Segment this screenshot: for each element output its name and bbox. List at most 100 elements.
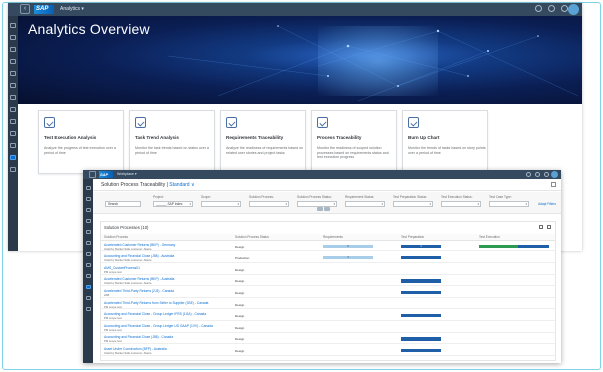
test-preparation-bar[interactable]	[401, 348, 441, 353]
analytics-icon[interactable]	[85, 307, 91, 311]
solution-process-link[interactable]: Accelerated Third-Party Returns (2J3) - …	[104, 289, 174, 293]
requirements-bar[interactable]: 5	[323, 244, 373, 248]
test-preparation-bar[interactable]	[401, 337, 441, 341]
copy-icon[interactable]	[85, 285, 91, 289]
avatar[interactable]	[551, 171, 558, 178]
document-icon[interactable]	[10, 83, 16, 88]
settings-icon[interactable]	[539, 225, 543, 229]
app-menu[interactable]: Analytics ▾	[60, 5, 84, 14]
filter-label: Test Preparation Status:	[393, 195, 428, 199]
help-icon[interactable]	[535, 172, 540, 177]
dropdown-icon[interactable]: ▾	[189, 202, 191, 206]
test-preparation-bar[interactable]	[401, 279, 441, 283]
tile-task-trend-analysis[interactable]: Task Trend Analysis Monitor the task tren…	[129, 110, 215, 174]
table-row[interactable]: Accounting and Financial Close (J58) - C…	[101, 335, 555, 345]
app-menu[interactable]: Workplace ▾	[117, 171, 137, 178]
grid-icon[interactable]	[10, 59, 16, 64]
layers-icon[interactable]	[10, 95, 16, 100]
sap-logo[interactable]: SAP	[34, 5, 54, 14]
filter-input[interactable]: ▾	[441, 201, 481, 207]
grid-icon[interactable]	[85, 219, 91, 223]
variant-selector[interactable]: Standard ∨	[169, 182, 194, 188]
test-preparation-bar[interactable]	[401, 256, 441, 260]
bookmark-icon[interactable]	[85, 263, 91, 267]
table-row[interactable]: Accounting and Financial Close - Group L…	[101, 312, 555, 321]
col-test-preparation[interactable]: Test Preparation	[401, 235, 424, 239]
table-row[interactable]: Accelerated Customer Returns (BKP) - Aus…	[101, 277, 555, 287]
requirements-bar[interactable]: 3	[323, 256, 373, 260]
avatar[interactable]	[568, 4, 579, 15]
table-row[interactable]: Accelerated Third-Party Returns (2J3) - …	[101, 288, 555, 298]
share-icon[interactable]	[551, 182, 556, 187]
tile-process-traceability[interactable]: Process Traceability Monitor the readines…	[311, 110, 397, 174]
tile-burn-up-chart[interactable]: Burn Up Chart Monitor the trends of tasks…	[402, 110, 488, 174]
alert-icon[interactable]	[10, 167, 16, 172]
col-solution-process[interactable]: Solution Process	[104, 235, 128, 239]
compass-icon[interactable]	[10, 35, 16, 40]
process-status: Design	[235, 314, 245, 319]
user-icon[interactable]	[85, 296, 91, 300]
chart-icon[interactable]	[10, 71, 16, 76]
export-icon[interactable]	[547, 225, 551, 229]
pin-icon[interactable]	[324, 207, 330, 211]
compass-icon[interactable]	[85, 197, 91, 201]
dropdown-icon[interactable]: ▾	[477, 202, 479, 206]
tile-requirements-traceability[interactable]: Requirements Traceability Analyze the rea…	[220, 110, 306, 174]
tile-test-execution-analysis[interactable]: Test Execution Analysis Analyze the progr…	[38, 110, 124, 174]
table-row[interactable]: Accelerated Customer Returns (BKP) - Ger…	[101, 242, 555, 252]
back-button[interactable]	[89, 171, 96, 178]
dropdown-icon[interactable]: ▾	[333, 202, 335, 206]
search-icon[interactable]	[526, 172, 531, 177]
filter-input[interactable]: ▾	[393, 201, 433, 207]
test-preparation-bar[interactable]	[401, 290, 441, 295]
table-row[interactable]: Asset Under Construction (BFP) - Austral…	[101, 346, 555, 356]
table-row[interactable]: AMS_CustomProcess01 PM scope test Design	[101, 265, 555, 275]
dropdown-icon[interactable]: ▾	[237, 202, 239, 206]
help-icon[interactable]	[548, 5, 555, 12]
filter-input[interactable]: ▾	[489, 201, 529, 207]
calendar-icon[interactable]	[10, 119, 16, 124]
sap-logo[interactable]: SAP	[99, 171, 113, 178]
back-button[interactable]: ‹	[20, 4, 30, 14]
test-preparation-bar[interactable]	[401, 314, 441, 318]
solution-process-subtitle: PM scope test	[104, 339, 122, 344]
home-icon[interactable]	[10, 23, 16, 28]
filter-input[interactable]: Search	[105, 201, 141, 207]
filter-input[interactable]: ▾	[249, 201, 289, 207]
filter-input[interactable]: ▾	[297, 201, 337, 207]
tile-title: Requirements Traceability	[226, 135, 284, 140]
analytics-icon[interactable]	[10, 155, 16, 160]
chart-icon[interactable]	[85, 230, 91, 234]
list-icon[interactable]	[85, 208, 91, 212]
filter-input[interactable]: ▾	[201, 201, 241, 207]
user-icon[interactable]	[10, 143, 16, 148]
collapse-icon[interactable]	[317, 207, 323, 211]
layers-icon[interactable]	[85, 252, 91, 256]
test-preparation-bar[interactable]: 1	[401, 244, 441, 248]
dropdown-icon[interactable]: ▾	[525, 202, 527, 206]
notification-icon[interactable]	[544, 172, 549, 177]
process-status: Design	[235, 267, 245, 272]
filter-input[interactable]: ▾	[345, 201, 385, 207]
search-icon[interactable]	[535, 5, 542, 12]
dropdown-icon[interactable]: ▾	[381, 202, 383, 206]
col-requirements[interactable]: Requirements	[323, 235, 343, 239]
dropdown-icon[interactable]: ▾	[429, 202, 431, 206]
list-icon[interactable]	[10, 47, 16, 52]
notification-icon[interactable]	[561, 5, 568, 12]
table-row[interactable]: Accounting and Financial Close (J58) - A…	[101, 254, 555, 263]
test-execution-bar[interactable]	[479, 244, 549, 248]
calendar-icon[interactable]	[85, 274, 91, 278]
copy-icon[interactable]	[10, 131, 16, 136]
home-icon[interactable]	[85, 186, 91, 190]
bookmark-icon[interactable]	[10, 107, 16, 112]
filter-input[interactable]: ______ SAP Indec ▾	[153, 201, 193, 207]
document-icon[interactable]	[85, 241, 91, 245]
col-test-execution[interactable]: Test Execution	[479, 235, 500, 239]
adapt-filters-link[interactable]: Adapt Filters	[538, 202, 556, 206]
filter-bar-toggle[interactable]	[317, 207, 330, 211]
table-row[interactable]: Accelerated Third-Party Returns from Sel…	[101, 300, 555, 310]
dropdown-icon[interactable]: ▾	[285, 202, 287, 206]
col-status[interactable]: Solution Process Status	[235, 235, 269, 239]
table-row[interactable]: Accounting and Financial Close - Group L…	[101, 323, 555, 333]
